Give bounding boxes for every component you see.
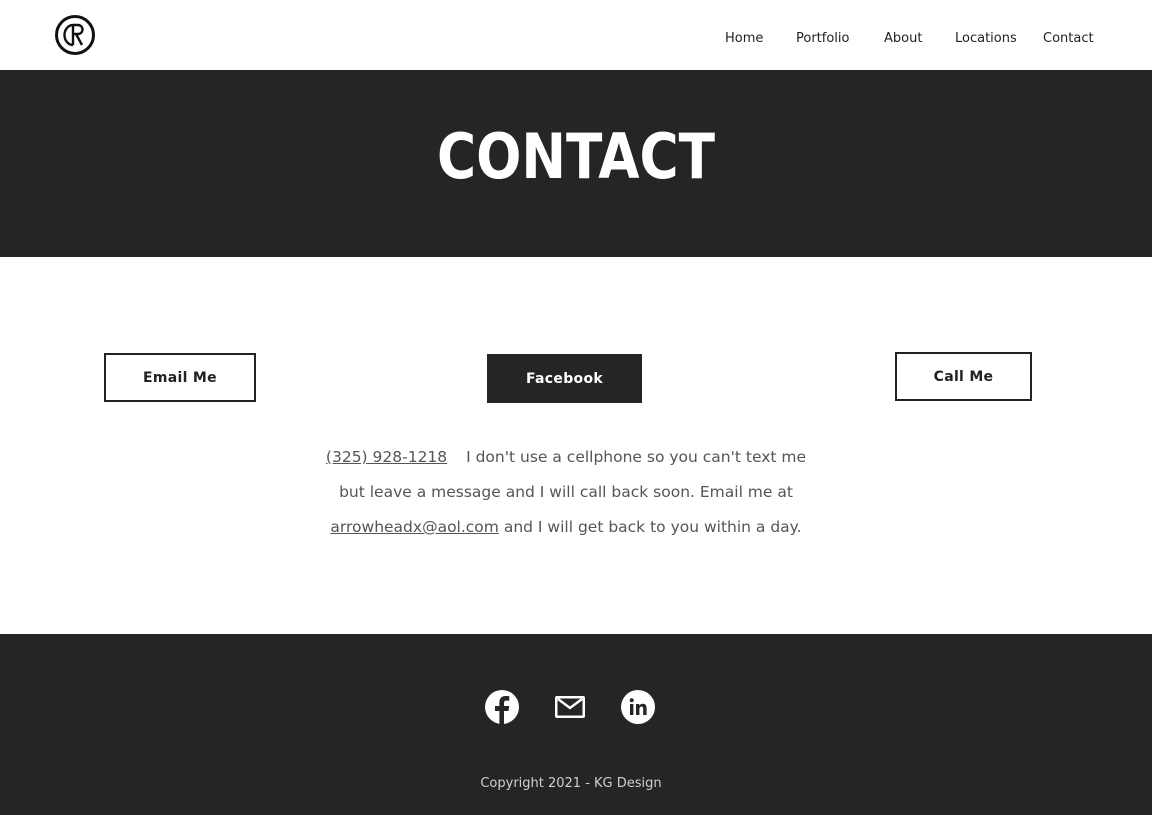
nav-locations[interactable]: Locations bbox=[955, 31, 1017, 46]
main-nav: Home Portfolio About Locations Contact bbox=[0, 31, 1152, 49]
contact-info: (325) 928-1218 I don't use a cellphone s… bbox=[316, 440, 816, 545]
nav-about[interactable]: About bbox=[884, 31, 922, 46]
phone-link[interactable]: (325) 928-1218 bbox=[326, 448, 447, 466]
copyright-text: Copyright 2021 - KG Design bbox=[480, 776, 662, 791]
nav-home[interactable]: Home bbox=[725, 31, 763, 46]
page-title: CONTACT bbox=[436, 120, 716, 193]
site-footer: Copyright 2021 - KG Design bbox=[0, 634, 1152, 815]
contact-text-part2: and I will get back to you within a day. bbox=[503, 518, 802, 536]
facebook-icon[interactable] bbox=[484, 688, 520, 726]
call-me-button[interactable]: Call Me bbox=[895, 352, 1032, 401]
linkedin-icon[interactable] bbox=[620, 688, 656, 726]
nav-contact[interactable]: Contact bbox=[1043, 31, 1094, 46]
email-link[interactable]: arrowheadx@aol.com bbox=[330, 518, 498, 536]
nav-portfolio[interactable]: Portfolio bbox=[796, 31, 849, 46]
site-header: Home Portfolio About Locations Contact bbox=[0, 0, 1152, 70]
email-me-button[interactable]: Email Me bbox=[104, 353, 256, 402]
facebook-button[interactable]: Facebook bbox=[487, 354, 642, 403]
hero-banner: CONTACT bbox=[0, 70, 1152, 257]
mail-icon[interactable] bbox=[552, 688, 588, 726]
